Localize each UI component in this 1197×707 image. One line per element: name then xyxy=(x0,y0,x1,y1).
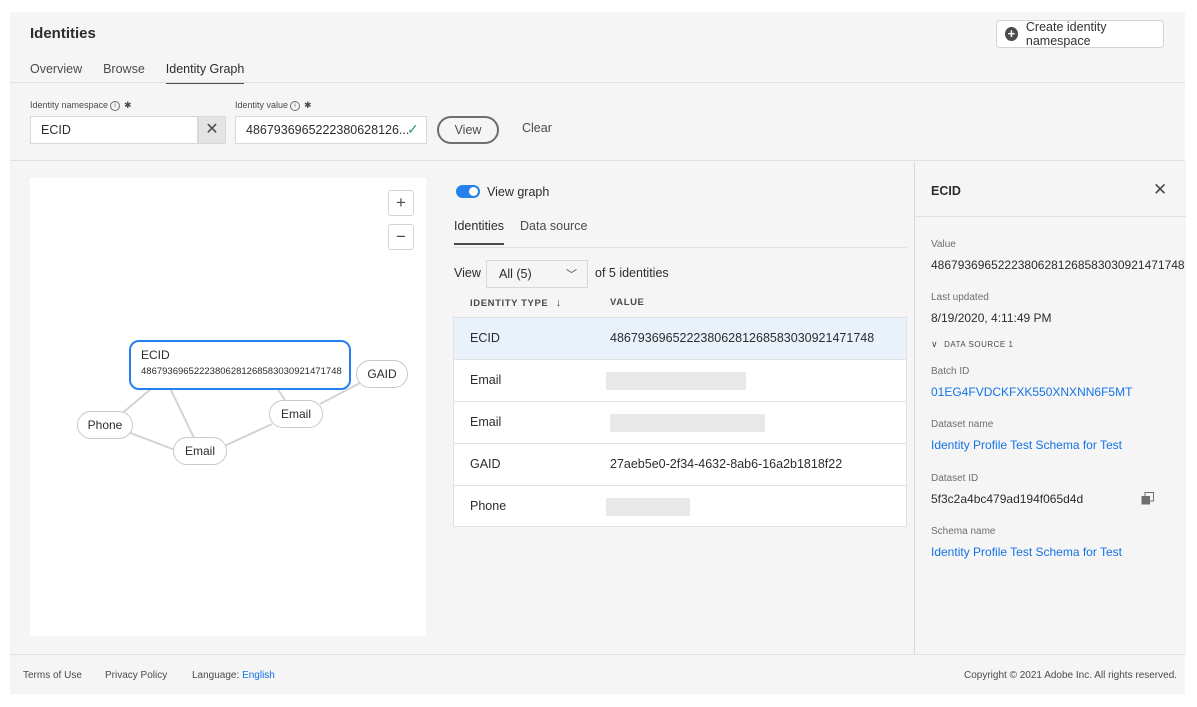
dataset-name-link[interactable]: Identity Profile Test Schema for Test xyxy=(931,438,1122,452)
last-updated-value: 8/19/2020, 4:11:49 PM xyxy=(931,311,1052,325)
sort-arrow-down-icon: ↓ xyxy=(555,297,562,309)
form-divider xyxy=(10,160,1185,161)
chevron-down-icon: ∨ xyxy=(931,339,939,349)
info-icon[interactable]: i xyxy=(290,100,301,111)
required-asterisk-icon: ✱ xyxy=(124,100,132,110)
identity-filter-picker[interactable]: All (5) ﹀ xyxy=(486,260,588,288)
close-icon: ✕ xyxy=(205,121,219,138)
view-button[interactable]: View xyxy=(437,116,499,144)
terms-link[interactable]: Terms of Use xyxy=(23,670,82,681)
data-source-accordion[interactable]: ∨ DATA SOURCE 1 xyxy=(931,339,1013,350)
details-divider xyxy=(915,216,1186,217)
batch-id-link[interactable]: 01EG4FVDCKFXK550XNXNN6F5MT xyxy=(931,385,1132,399)
redacted-value xyxy=(606,498,690,516)
zoom-out-button[interactable]: − xyxy=(388,224,414,250)
redacted-value xyxy=(610,414,765,432)
identity-type-cell: ECID xyxy=(470,331,500,345)
copy-icon[interactable] xyxy=(1141,492,1154,505)
graph-node-phone[interactable]: Phone xyxy=(77,411,133,439)
subtabs-divider xyxy=(453,247,907,248)
identity-value-cell: 48679369652223806281268583030921471748 xyxy=(610,331,875,345)
footer-divider xyxy=(10,654,1185,655)
namespace-field-label: Identity namespace i ✱ xyxy=(30,100,132,111)
graph-node-email[interactable]: Email xyxy=(173,437,227,465)
tab-overview[interactable]: Overview xyxy=(30,62,82,84)
graph-node-ecid[interactable]: ECID 48679369652223806281268583030921471… xyxy=(129,340,351,390)
identity-type-cell: Email xyxy=(470,415,502,429)
graph-edge xyxy=(219,423,273,449)
identity-value-input[interactable]: 4867936965222380628126... xyxy=(235,116,427,144)
table-row[interactable]: Email xyxy=(454,360,906,402)
dataset-name-label: Dataset name xyxy=(931,419,994,430)
graph-node-gaid[interactable]: GAID xyxy=(356,360,408,388)
graph-node-email[interactable]: Email xyxy=(269,400,323,428)
last-updated-label: Last updated xyxy=(931,292,989,303)
toggle-label: View graph xyxy=(487,185,550,199)
subtab-data-source[interactable]: Data source xyxy=(520,219,587,233)
identity-type-cell: GAID xyxy=(470,457,501,471)
page-title: Identities xyxy=(30,25,96,42)
identity-value-cell: 27aeb5e0-2f34-4632-8ab6-16a2b1818f22 xyxy=(610,457,843,471)
minus-icon: − xyxy=(396,227,406,246)
node-value-label: 48679369652223806281268583030921471748 xyxy=(141,366,342,377)
table-row[interactable]: Email xyxy=(454,402,906,444)
picker-value: All (5) xyxy=(499,267,532,281)
value-label: Value xyxy=(931,239,956,250)
dataset-id-label: Dataset ID xyxy=(931,473,979,484)
identity-type-cell: Email xyxy=(470,373,502,387)
copyright-text: Copyright © 2021 Adobe Inc. All rights r… xyxy=(964,670,1178,681)
schema-name-label: Schema name xyxy=(931,526,996,537)
clear-namespace-button[interactable]: ✕ xyxy=(198,116,226,144)
view-label: View xyxy=(454,266,481,280)
identity-type-cell: Phone xyxy=(470,499,507,513)
required-asterisk-icon: ✱ xyxy=(304,100,312,110)
info-icon[interactable]: i xyxy=(110,100,121,111)
node-type-label: ECID xyxy=(141,348,170,362)
table-row[interactable]: ECID 48679369652223806281268583030921471… xyxy=(454,318,906,360)
dataset-id-value: 5f3c2a4bc479ad194f065d4d xyxy=(931,492,1084,506)
create-button-label: Create identity namespace xyxy=(1025,20,1107,48)
column-header-identity-type[interactable]: IDENTITY TYPE ↓ xyxy=(470,297,562,309)
identities-table: ECID 48679369652223806281268583030921471… xyxy=(453,317,907,527)
chevron-down-icon: ﹀ xyxy=(566,269,577,281)
details-title: ECID xyxy=(931,184,961,198)
table-row[interactable]: GAID 27aeb5e0-2f34-4632-8ab6-16a2b1818f2… xyxy=(454,444,906,486)
column-header-value[interactable]: VALUE xyxy=(610,297,645,308)
details-panel: ECID ✕ Value 486793696522238062812685830… xyxy=(914,162,1186,654)
batch-id-label: Batch ID xyxy=(931,366,970,377)
add-circle-icon: + xyxy=(1005,27,1018,41)
zoom-in-button[interactable]: + xyxy=(388,190,414,216)
value-text: 48679369652223806281268583030921471748 xyxy=(931,258,1185,272)
table-row[interactable]: Phone xyxy=(454,486,906,528)
redacted-value xyxy=(606,372,746,390)
page-frame: Identities + Create identity namespace O… xyxy=(10,12,1186,694)
create-identity-namespace-button[interactable]: + Create identity namespace xyxy=(996,20,1164,48)
graph-edges xyxy=(118,382,361,451)
tab-identity-graph[interactable]: Identity Graph xyxy=(165,62,245,84)
view-graph-toggle[interactable] xyxy=(456,185,480,198)
identity-count-label: of 5 identities xyxy=(595,266,669,280)
subtab-identities[interactable]: Identities xyxy=(454,219,505,245)
header-divider xyxy=(10,82,1185,83)
identity-namespace-input[interactable]: ECID xyxy=(30,116,198,144)
language-selector[interactable]: Language: English xyxy=(192,670,275,681)
tab-browse[interactable]: Browse xyxy=(103,62,145,84)
schema-name-link[interactable]: Identity Profile Test Schema for Test xyxy=(931,545,1122,559)
value-field-label: Identity value i ✱ xyxy=(235,100,312,111)
identity-graph-canvas[interactable]: + − ECID 4867936965222380628126858303092… xyxy=(30,178,426,636)
plus-icon: + xyxy=(396,193,406,212)
graph-edge xyxy=(169,387,196,441)
checkmark-icon: ✓ xyxy=(407,121,419,137)
tab-bar: Overview Browse Identity Graph xyxy=(30,62,265,84)
close-icon[interactable]: ✕ xyxy=(1153,180,1167,200)
clear-button[interactable]: Clear xyxy=(522,121,552,135)
privacy-link[interactable]: Privacy Policy xyxy=(105,670,167,681)
